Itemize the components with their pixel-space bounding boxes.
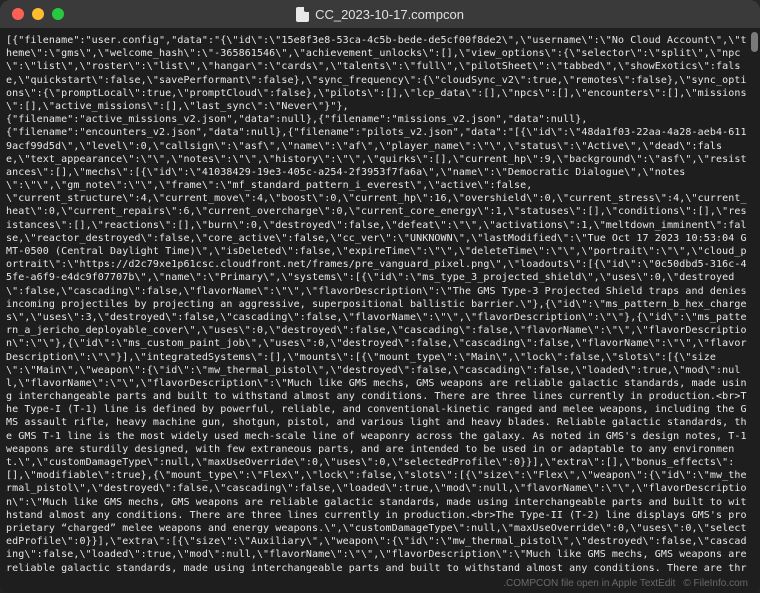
app-window: CC_2023-10-17.compcon [{"filename":"user… — [0, 0, 760, 593]
titlebar[interactable]: CC_2023-10-17.compcon — [0, 0, 760, 28]
window-title: CC_2023-10-17.compcon — [315, 7, 464, 22]
close-button[interactable] — [12, 8, 24, 20]
vertical-scrollbar[interactable] — [751, 32, 758, 52]
document-text[interactable]: [{"filename":"user.config","data":"{\"id… — [6, 34, 750, 573]
footer-caption: .COMPCON file open in Apple TextEdit — [503, 578, 675, 589]
traffic-lights — [12, 8, 64, 20]
content-area[interactable]: [{"filename":"user.config","data":"{\"id… — [0, 28, 760, 573]
document-icon — [296, 7, 309, 22]
minimize-button[interactable] — [32, 8, 44, 20]
footer: .COMPCON file open in Apple TextEdit © F… — [0, 573, 760, 593]
maximize-button[interactable] — [52, 8, 64, 20]
title-wrap: CC_2023-10-17.compcon — [0, 7, 760, 22]
footer-attribution: © FileInfo.com — [683, 578, 748, 589]
